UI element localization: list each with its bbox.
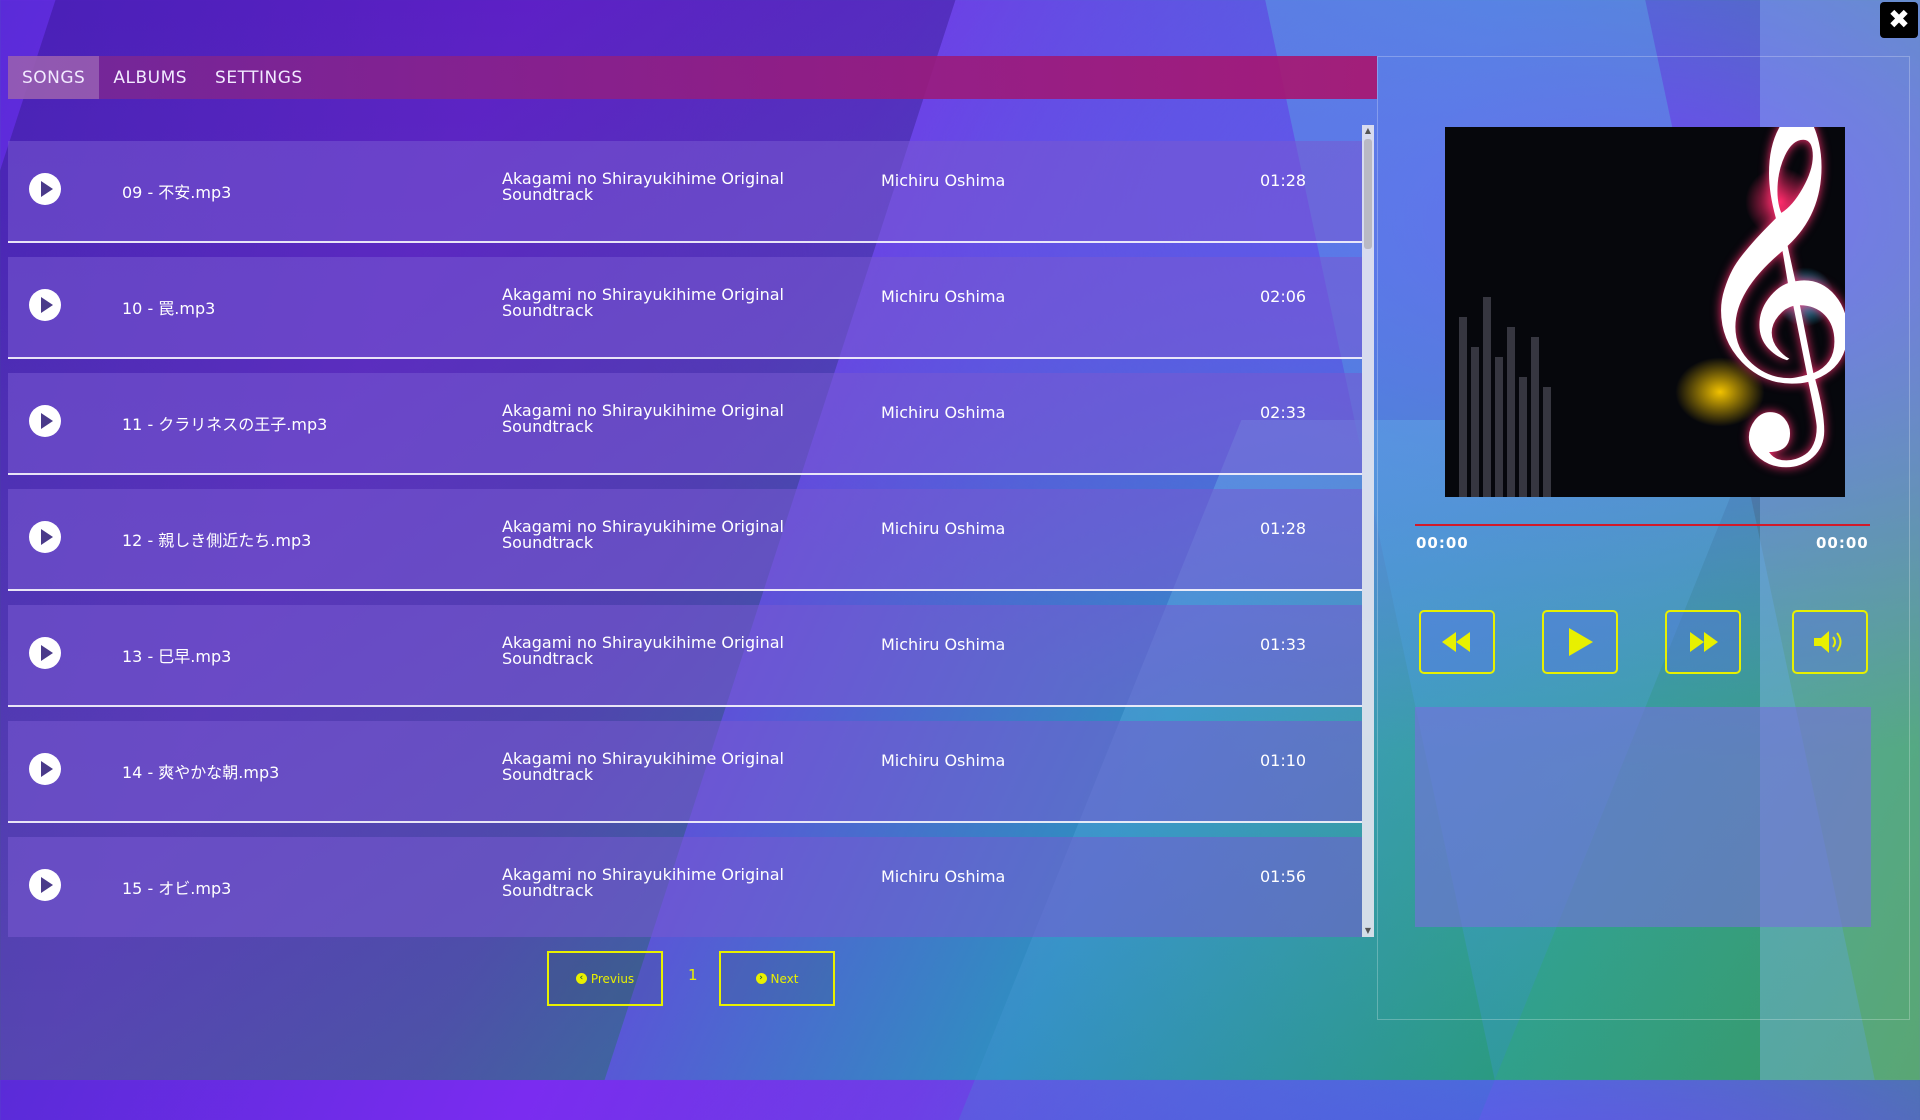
- song-duration: 01:28: [1260, 519, 1307, 538]
- progress-bar[interactable]: [1415, 524, 1870, 526]
- arrow-left-icon: ‹: [575, 973, 587, 984]
- fast-forward-icon: [1690, 632, 1718, 652]
- play-song-button[interactable]: [29, 173, 61, 205]
- song-artist: Michiru Oshima: [881, 403, 1006, 422]
- song-duration: 02:06: [1260, 287, 1307, 306]
- decoration: [1507, 327, 1515, 497]
- tab-albums[interactable]: ALBUMS: [99, 56, 201, 99]
- page-number: 1: [688, 966, 698, 984]
- table-row[interactable]: 13 - 巳早.mp3 Akagami no Shirayukihime Ori…: [8, 605, 1362, 707]
- table-row[interactable]: 14 - 爽やかな朝.mp3 Akagami no Shirayukihime …: [8, 721, 1362, 823]
- play-song-button[interactable]: [29, 869, 61, 901]
- play-song-button[interactable]: [29, 753, 61, 785]
- play-song-button[interactable]: [29, 521, 61, 553]
- decoration: [1483, 297, 1491, 497]
- song-duration: 01:10: [1260, 751, 1307, 770]
- scrollbar-thumb[interactable]: [1364, 139, 1372, 249]
- scroll-up-icon[interactable]: ▲: [1362, 125, 1374, 137]
- song-title: 10 - 罠.mp3: [122, 299, 216, 318]
- tab-bar: SONGS ALBUMS SETTINGS: [8, 56, 1377, 99]
- previous-label: Previus: [590, 971, 635, 986]
- volume-icon: [1814, 631, 1842, 653]
- song-artist: Michiru Oshima: [881, 867, 1006, 886]
- song-artist: Michiru Oshima: [881, 635, 1006, 654]
- song-artist: Michiru Oshima: [881, 751, 1006, 770]
- song-title: 14 - 爽やかな朝.mp3: [122, 763, 280, 782]
- song-title: 15 - オビ.mp3: [122, 879, 232, 898]
- play-song-button[interactable]: [29, 637, 61, 669]
- list-scrollbar[interactable]: ▲ ▼: [1362, 125, 1374, 937]
- song-title: 12 - 親しき側近たち.mp3: [122, 531, 312, 550]
- play-icon: [40, 529, 53, 545]
- rewind-button[interactable]: [1419, 610, 1495, 674]
- tab-settings[interactable]: SETTINGS: [201, 56, 317, 99]
- arrow-right-icon: ›: [755, 973, 767, 984]
- play-song-button[interactable]: [29, 405, 61, 437]
- song-album: Akagami no Shirayukihime Original Soundt…: [502, 401, 784, 436]
- album-art: 𝄞: [1445, 127, 1845, 497]
- song-artist: Michiru Oshima: [881, 171, 1006, 190]
- decoration: [1531, 337, 1539, 497]
- song-album: Akagami no Shirayukihime Original Soundt…: [502, 169, 784, 204]
- decoration: [1519, 377, 1527, 497]
- song-title: 13 - 巳早.mp3: [122, 647, 232, 666]
- rewind-icon: [1442, 632, 1470, 652]
- tab-songs[interactable]: SONGS: [8, 56, 100, 99]
- play-icon: [40, 413, 53, 429]
- play-icon: [40, 877, 53, 893]
- decoration: [1495, 357, 1503, 497]
- playlist-panel: [1415, 707, 1871, 927]
- total-time: 00:00: [1816, 534, 1869, 552]
- decoration: [1471, 347, 1479, 497]
- play-song-button[interactable]: [29, 289, 61, 321]
- close-button[interactable]: ✖: [1880, 2, 1918, 38]
- table-row[interactable]: 10 - 罠.mp3 Akagami no Shirayukihime Orig…: [8, 257, 1362, 359]
- next-label: Next: [770, 971, 799, 986]
- table-row[interactable]: 09 - 不安.mp3 Akagami no Shirayukihime Ori…: [8, 141, 1362, 243]
- decoration: [1543, 387, 1551, 497]
- close-icon: ✖: [1888, 5, 1910, 35]
- current-time: 00:00: [1416, 534, 1469, 552]
- play-icon: [40, 181, 53, 197]
- play-icon: [40, 645, 53, 661]
- song-album: Akagami no Shirayukihime Original Soundt…: [502, 865, 784, 900]
- song-album: Akagami no Shirayukihime Original Soundt…: [502, 517, 784, 552]
- song-list: 09 - 不安.mp3 Akagami no Shirayukihime Ori…: [8, 125, 1370, 937]
- song-album: Akagami no Shirayukihime Original Soundt…: [502, 749, 784, 784]
- song-album: Akagami no Shirayukihime Original Soundt…: [502, 285, 784, 320]
- scroll-down-icon[interactable]: ▼: [1362, 925, 1374, 937]
- table-row[interactable]: 11 - クラリネスの王子.mp3 Akagami no Shirayukihi…: [8, 373, 1362, 475]
- play-icon: [40, 761, 53, 777]
- play-button[interactable]: [1542, 610, 1618, 674]
- song-duration: 01:28: [1260, 171, 1307, 190]
- song-artist: Michiru Oshima: [881, 287, 1006, 306]
- song-title: 11 - クラリネスの王子.mp3: [122, 415, 328, 434]
- fast-forward-button[interactable]: [1665, 610, 1741, 674]
- song-duration: 01:56: [1260, 867, 1307, 886]
- song-artist: Michiru Oshima: [881, 519, 1006, 538]
- previous-page-button[interactable]: ‹ Previus: [547, 951, 663, 1006]
- table-row[interactable]: 12 - 親しき側近たち.mp3 Akagami no Shirayukihim…: [8, 489, 1362, 591]
- decoration: [1459, 317, 1467, 497]
- table-row[interactable]: 15 - オビ.mp3 Akagami no Shirayukihime Ori…: [8, 837, 1362, 937]
- treble-clef-icon: 𝄞: [1685, 127, 1845, 451]
- song-duration: 01:33: [1260, 635, 1307, 654]
- song-duration: 02:33: [1260, 403, 1307, 422]
- song-album: Akagami no Shirayukihime Original Soundt…: [502, 633, 784, 668]
- play-icon: [40, 297, 53, 313]
- play-icon: [1569, 628, 1593, 656]
- volume-button[interactable]: [1792, 610, 1868, 674]
- next-page-button[interactable]: › Next: [719, 951, 835, 1006]
- song-title: 09 - 不安.mp3: [122, 183, 232, 202]
